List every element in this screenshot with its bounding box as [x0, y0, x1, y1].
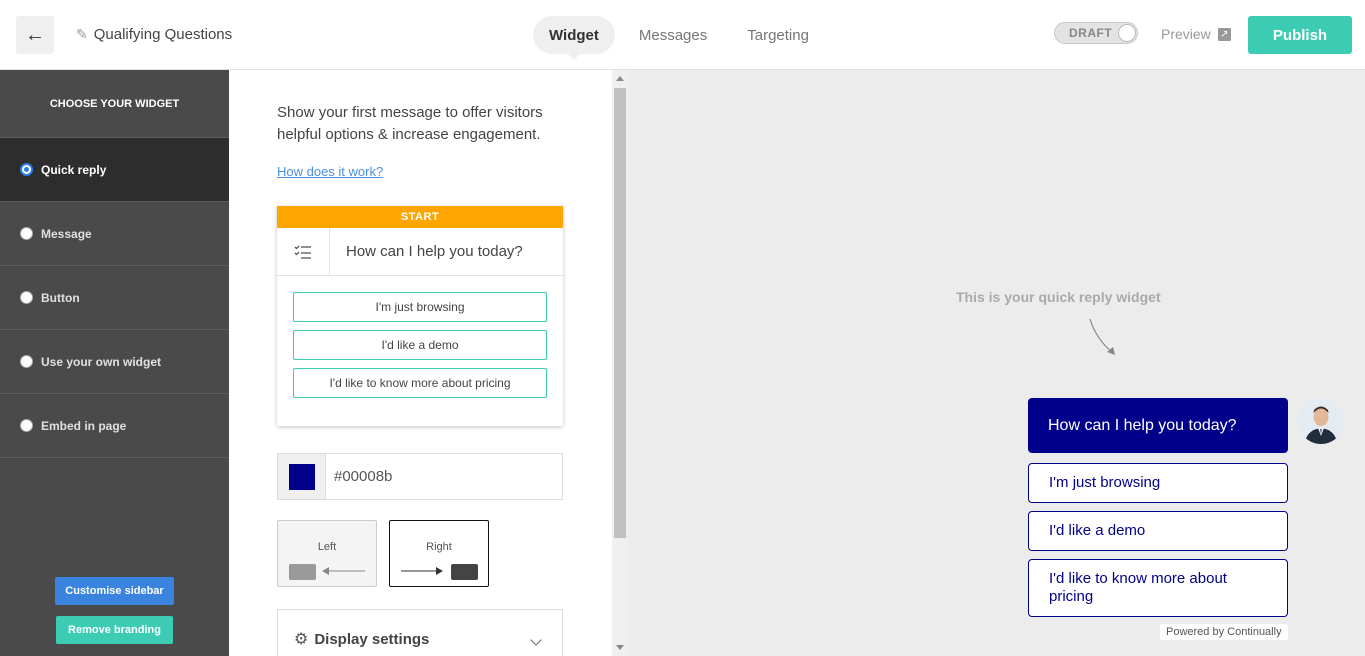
scroll-down-arrow[interactable] [616, 645, 624, 650]
display-settings-label: Display settings [314, 630, 430, 648]
radio-embed[interactable] [20, 419, 33, 432]
page-title-wrap[interactable]: ✎ Qualifying Questions [76, 26, 232, 43]
checklist-icon [277, 228, 330, 275]
curved-arrow-icon [1089, 318, 1115, 355]
card-option[interactable]: I'd like to know more about pricing [293, 368, 547, 398]
customise-sidebar-button[interactable]: Customise sidebar [55, 577, 174, 605]
page-title[interactable]: Qualifying Questions [94, 26, 232, 43]
color-swatch [288, 463, 315, 490]
widget-option[interactable]: I'm just browsing [1028, 463, 1288, 503]
radio-quick-reply[interactable] [20, 163, 33, 176]
card-options: I'm just browsing I'd like a demo I'd li… [277, 276, 563, 398]
scroll-thumb[interactable] [614, 88, 626, 538]
top-bar: ← ✎ Qualifying Questions Widget Messages… [0, 0, 1365, 70]
card-option[interactable]: I'm just browsing [293, 292, 547, 322]
quick-reply-card: START How can I help you today? I'm just… [277, 206, 563, 426]
panel-scrollbar[interactable] [612, 70, 628, 656]
sidebar-item-label: Embed in page [41, 418, 127, 433]
start-label: START [277, 206, 563, 228]
left-block-icon [289, 564, 316, 580]
widget-question[interactable]: How can I help you today? [1028, 398, 1288, 453]
external-link-icon: ↗ [1217, 27, 1231, 41]
sidebar-heading: CHOOSE YOUR WIDGET [0, 70, 229, 138]
sidebar-item-quick-reply[interactable]: Quick reply [0, 138, 229, 202]
tab-targeting[interactable]: Targeting [731, 16, 825, 54]
color-input[interactable] [326, 454, 562, 499]
how-it-works-link[interactable]: How does it work? [277, 164, 383, 179]
sidebar-item-label: Use your own widget [41, 354, 162, 369]
sidebar-item-own-widget[interactable]: Use your own widget [0, 330, 229, 394]
avatar [1298, 398, 1344, 444]
tab-widget[interactable]: Widget [533, 16, 615, 60]
card-option[interactable]: I'd like a demo [293, 330, 547, 360]
draft-toggle[interactable]: DRAFT [1054, 22, 1138, 44]
widget-option[interactable]: I'd like to know more about pricing [1028, 559, 1288, 617]
preview-label: Preview [1161, 26, 1211, 42]
color-field [277, 453, 563, 500]
sidebar-item-button[interactable]: Button [0, 266, 229, 330]
widget-preview-area: This is your quick reply widget How can … [628, 70, 1365, 656]
intro-text: Show your first message to offer visitor… [277, 104, 543, 143]
preview-hint: This is your quick reply widget [956, 289, 1161, 305]
tab-bar: Widget Messages Targeting [533, 16, 825, 60]
sidebar-item-message[interactable]: Message [0, 202, 229, 266]
scroll-up-arrow[interactable] [616, 76, 624, 81]
remove-branding-button[interactable]: Remove branding [56, 616, 173, 644]
card-question-row: How can I help you today? [277, 228, 563, 276]
back-button[interactable]: ← [16, 16, 54, 54]
sidebar-item-label: Quick reply [41, 162, 107, 177]
position-right-label: Right [426, 541, 452, 553]
color-swatch-button[interactable] [278, 454, 326, 499]
preview-link[interactable]: Preview ↗ [1161, 26, 1231, 42]
position-left-option[interactable]: Left [277, 520, 377, 587]
draft-label: DRAFT [1069, 26, 1113, 40]
pencil-icon: ✎ [76, 26, 88, 42]
radio-button[interactable] [20, 291, 33, 304]
tab-messages[interactable]: Messages [623, 16, 723, 54]
chevron-down-icon [530, 634, 542, 646]
position-right-option[interactable]: Right [389, 520, 489, 587]
arrow-left-icon: ← [25, 23, 45, 46]
sidebar-item-embed[interactable]: Embed in page [0, 394, 229, 458]
radio-message[interactable] [20, 227, 33, 240]
arrow-left-icon [322, 567, 365, 575]
right-block-icon [451, 564, 478, 580]
sidebar-item-label: Button [41, 290, 80, 305]
gear-icon: ⚙ [294, 631, 309, 648]
toggle-knob [1118, 24, 1136, 42]
widget-sidebar: CHOOSE YOUR WIDGET Quick reply Message B… [0, 70, 229, 656]
arrow-right-icon [401, 567, 443, 575]
sidebar-item-label: Message [41, 226, 92, 241]
publish-button[interactable]: Publish [1248, 16, 1352, 54]
position-left-label: Left [317, 541, 337, 553]
powered-by-badge[interactable]: Powered by Continually [1160, 624, 1288, 640]
radio-own-widget[interactable] [20, 355, 33, 368]
settings-panel: Show your first message to offer visitor… [229, 70, 628, 656]
card-question[interactable]: How can I help you today? [330, 228, 563, 275]
widget-option[interactable]: I'd like a demo [1028, 511, 1288, 551]
display-settings-toggle[interactable]: ⚙ Display settings [277, 609, 563, 656]
